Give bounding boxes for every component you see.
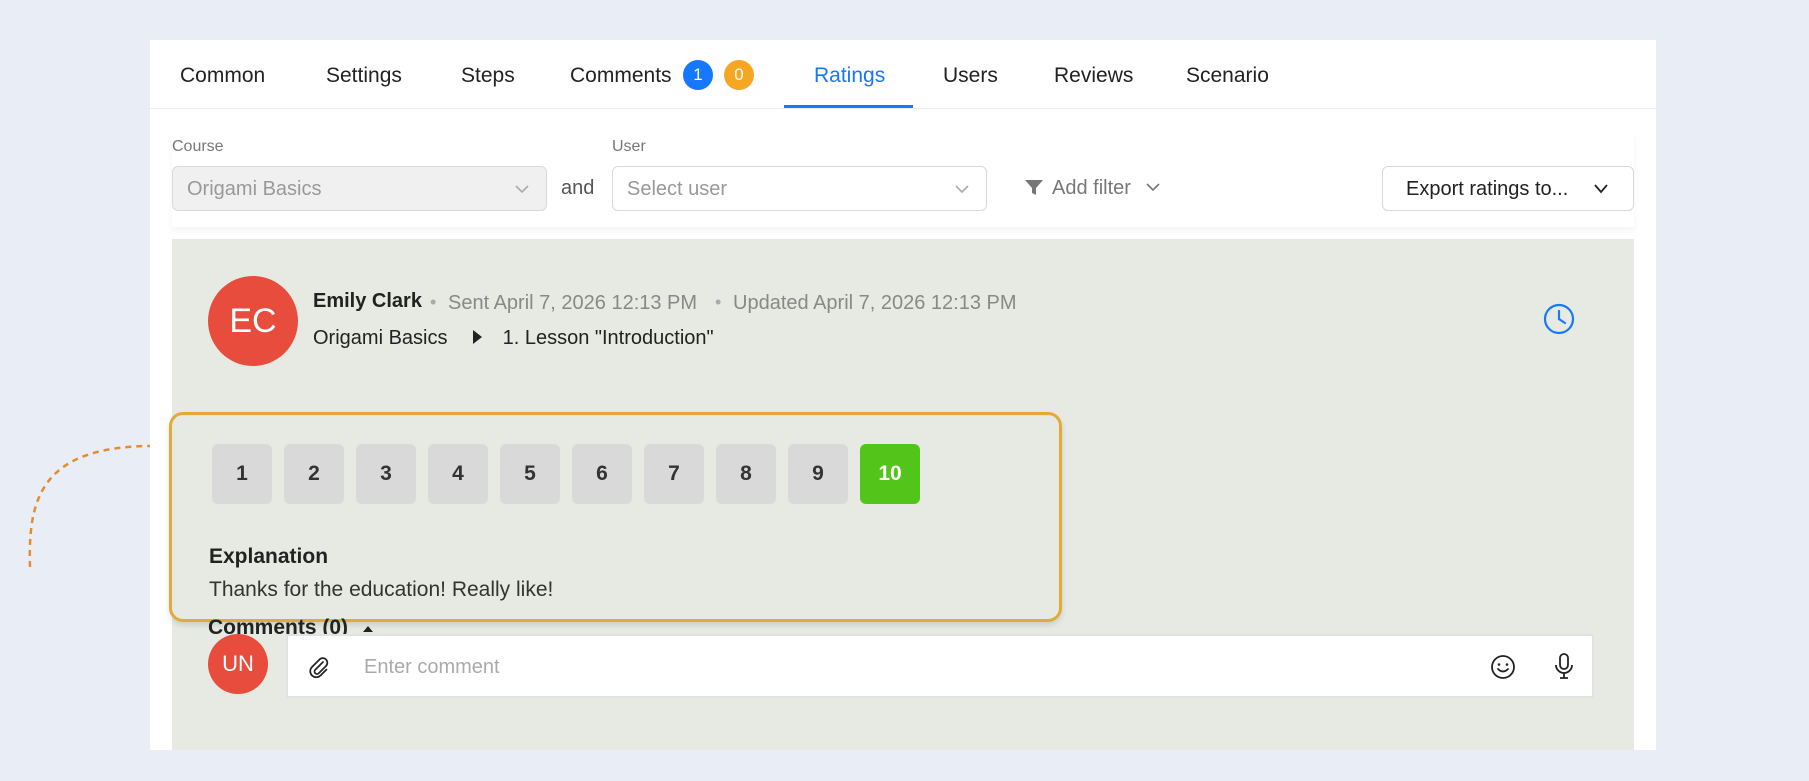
add-filter-label: Add filter — [1052, 177, 1131, 199]
tab-reviews[interactable]: Reviews — [1054, 40, 1133, 108]
chevron-down-icon — [1594, 184, 1608, 194]
rating-highlight-box: 1 2 3 4 5 6 7 8 9 10 Explanation Thanks … — [169, 412, 1062, 622]
course-select-value: Origami Basics — [187, 178, 322, 200]
comments-pending-badge: 0 — [724, 60, 754, 90]
tab-ratings[interactable]: Ratings — [814, 40, 885, 108]
tab-scenario[interactable]: Scenario — [1186, 40, 1269, 108]
paperclip-icon[interactable] — [308, 656, 330, 678]
filter-bar: Course Origami Basics and User Select us… — [172, 132, 1634, 227]
updated-timestamp: Updated April 7, 2026 12:13 PM — [733, 292, 1017, 314]
explanation-text: Thanks for the education! Really like! — [209, 578, 554, 601]
course-filter-label: Course — [172, 138, 224, 155]
score-option-6[interactable]: 6 — [572, 444, 632, 504]
meta-separator: • — [715, 292, 722, 312]
user-select[interactable]: Select user — [612, 166, 987, 211]
tab-comments[interactable]: Comments — [570, 40, 672, 108]
breadcrumb: Origami Basics 1. Lesson "Introduction" — [313, 327, 714, 350]
chevron-down-icon — [515, 185, 529, 194]
tab-bar: Common Settings Steps Comments 1 0 Ratin… — [150, 40, 1656, 109]
and-connector: and — [561, 177, 595, 199]
score-option-3[interactable]: 3 — [356, 444, 416, 504]
filter-icon — [1025, 180, 1043, 195]
comments-count-badge: 1 — [683, 60, 713, 90]
lesson-link[interactable]: 1. Lesson "Introduction" — [503, 327, 714, 349]
chevron-down-icon — [955, 185, 969, 194]
comment-input-placeholder: Enter comment — [364, 656, 500, 678]
clock-icon[interactable] — [1542, 302, 1576, 336]
current-user-avatar: UN — [208, 634, 268, 694]
score-option-2[interactable]: 2 — [284, 444, 344, 504]
caret-up-icon — [362, 626, 373, 632]
meta-separator: • — [430, 292, 437, 312]
score-option-8[interactable]: 8 — [716, 444, 776, 504]
rating-card: EC Emily Clark • Sent April 7, 2026 12:1… — [169, 239, 1634, 750]
course-select[interactable]: Origami Basics — [172, 166, 547, 211]
user-select-placeholder: Select user — [627, 178, 728, 200]
tab-steps[interactable]: Steps — [461, 40, 515, 108]
sent-timestamp: Sent April 7, 2026 12:13 PM — [448, 292, 698, 314]
score-option-1[interactable]: 1 — [212, 444, 272, 504]
microphone-icon[interactable] — [1552, 652, 1576, 680]
active-tab-indicator — [784, 105, 913, 108]
user-filter-label: User — [612, 138, 646, 155]
course-link[interactable]: Origami Basics — [313, 327, 447, 349]
score-option-5[interactable]: 5 — [500, 444, 560, 504]
rating-author-name[interactable]: Emily Clark — [313, 290, 422, 313]
comment-input-box[interactable]: Enter comment — [286, 634, 1594, 698]
tab-settings[interactable]: Settings — [326, 40, 402, 108]
avatar: EC — [208, 276, 298, 366]
score-option-9[interactable]: 9 — [788, 444, 848, 504]
export-ratings-dropdown[interactable]: Export ratings to... — [1382, 166, 1634, 211]
score-option-7[interactable]: 7 — [644, 444, 704, 504]
explanation-title: Explanation — [209, 545, 329, 568]
export-ratings-label: Export ratings to... — [1406, 178, 1569, 200]
caret-right-icon — [473, 330, 483, 344]
score-option-10[interactable]: 10 — [860, 444, 920, 504]
ratings-panel: Common Settings Steps Comments 1 0 Ratin… — [150, 40, 1656, 750]
tab-users[interactable]: Users — [943, 40, 998, 108]
smile-icon[interactable] — [1490, 654, 1516, 680]
chevron-down-icon — [1145, 183, 1160, 192]
tab-common[interactable]: Common — [180, 40, 265, 108]
add-filter-button[interactable]: Add filter — [1024, 177, 1161, 200]
score-option-4[interactable]: 4 — [428, 444, 488, 504]
